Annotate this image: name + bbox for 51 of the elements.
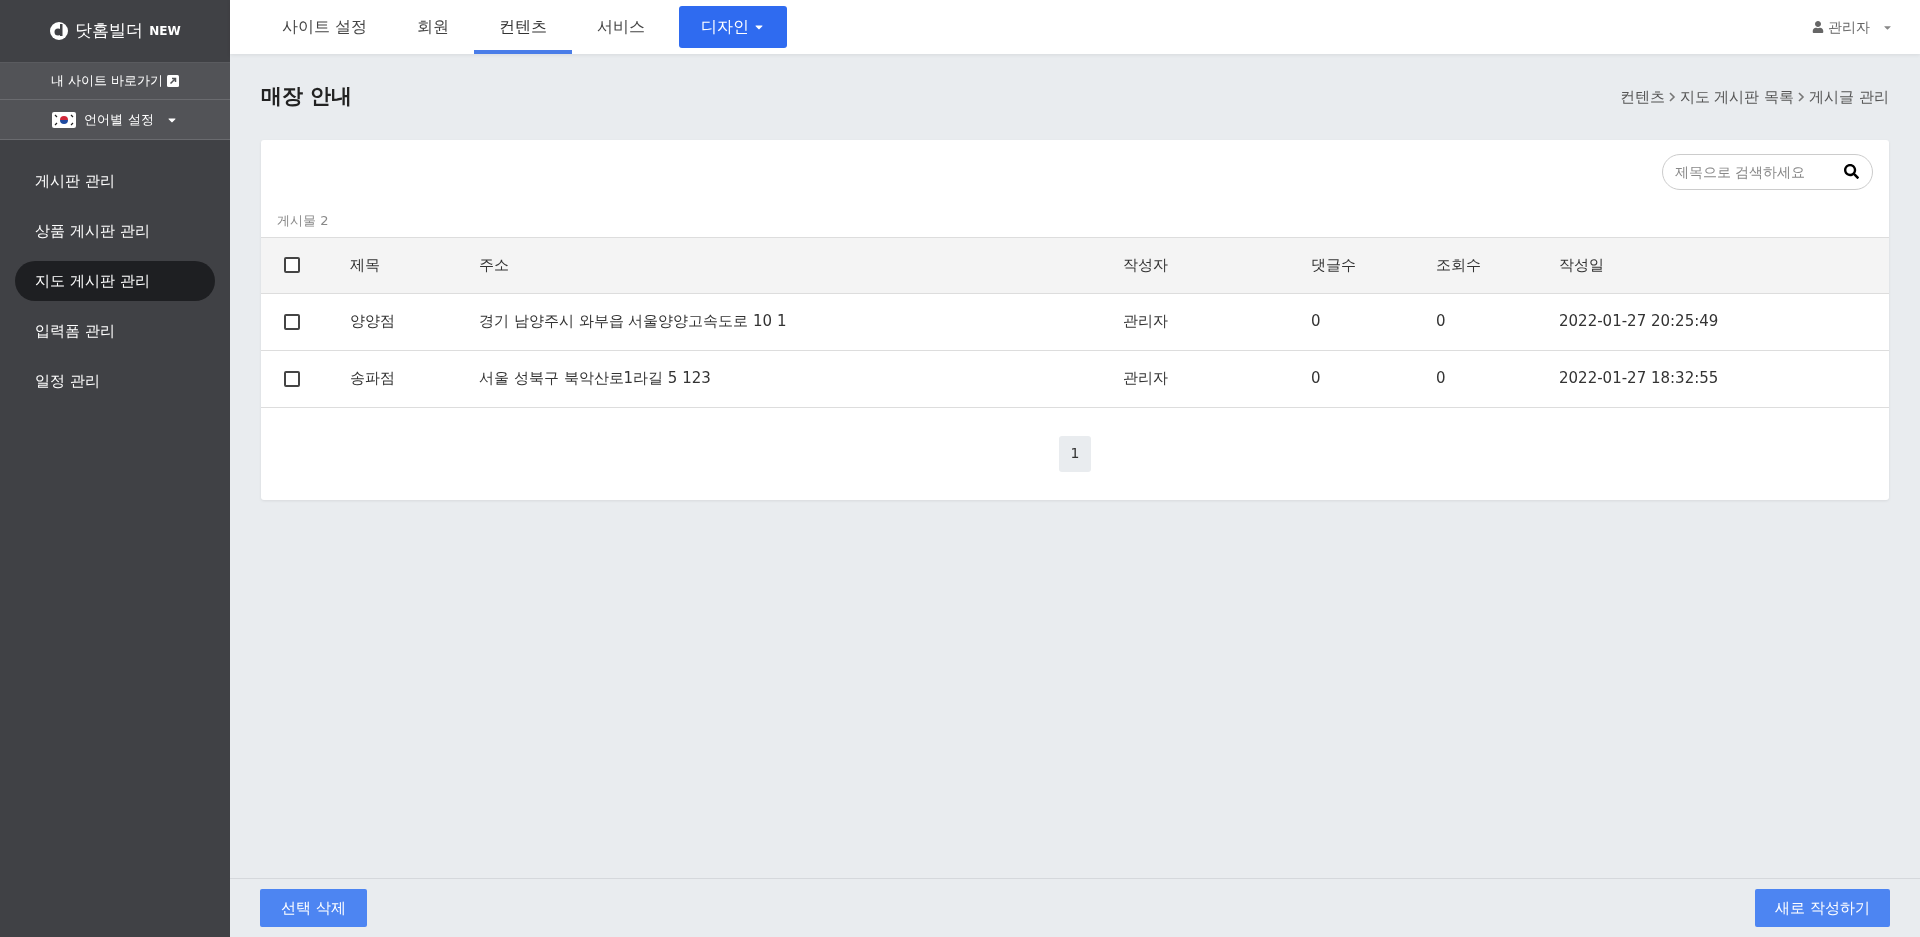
checkbox[interactable] (284, 370, 300, 387)
table-cell-text: 관리자 (1123, 368, 1168, 390)
search-field[interactable]: 제목으로 검색하세요 (1662, 154, 1873, 190)
design-menu-button[interactable]: 디자인 (679, 6, 788, 48)
sidebar-item[interactable]: 지도 게시판 관리 (15, 261, 215, 301)
new-post-button[interactable]: 새로 작성하기 (1755, 889, 1890, 927)
table-cell-text: 0 (1436, 311, 1446, 333)
breadcrumb-item[interactable]: 컨텐츠 (1619, 85, 1665, 109)
table-cell-text: 서울 성북구 북악산로1라길 5 123 (479, 368, 711, 390)
table-cell-text: 경기 남양주시 와부읍 서울양양고속도로 10 1 (479, 311, 787, 333)
column-header: 작성자 (1123, 254, 1168, 276)
column-header: 조회수 (1436, 254, 1481, 276)
nav-tab[interactable]: 사이트 설정 (257, 0, 393, 54)
nav-tab[interactable]: 컨텐츠 (474, 0, 573, 54)
logo-text: 닷홈빌더 (75, 19, 144, 43)
new-label: NEW (149, 23, 181, 40)
table-cell-text: 송파점 (350, 368, 395, 390)
language-dropdown[interactable]: 언어별 설정 (0, 100, 230, 140)
sidebar-item[interactable]: 입력폼 관리 (15, 311, 215, 351)
table-cell-text: 2022-01-27 20:25:49 (1559, 311, 1719, 333)
logo-icon (49, 21, 70, 41)
page-button[interactable]: 1 (1059, 435, 1091, 472)
breadcrumb-item[interactable]: 게시글 관리 (1809, 85, 1889, 109)
page-title: 매장 안내 (261, 83, 353, 111)
table-cell-text: 관리자 (1123, 311, 1168, 333)
checkbox[interactable] (284, 257, 300, 273)
nav-tab[interactable]: 서비스 (572, 0, 671, 54)
post-count: 게시물 2 (276, 212, 329, 230)
korean-flag-icon (52, 111, 77, 128)
table-cell-text: 양양점 (350, 311, 395, 333)
sidebar-item[interactable]: 게시판 관리 (15, 161, 215, 201)
nav-tab[interactable]: 회원 (392, 0, 475, 54)
user-menu[interactable]: 관리자 (1828, 16, 1870, 38)
column-header: 주소 (479, 254, 509, 276)
breadcrumb-item[interactable]: 지도 게시판 목록 (1679, 85, 1795, 109)
sidebar-item[interactable]: 상품 게시판 관리 (15, 211, 215, 251)
external-link-icon (167, 75, 180, 87)
checkbox[interactable] (284, 313, 300, 330)
table-cell-text: 0 (1311, 311, 1321, 333)
chevron-right-icon (1798, 92, 1806, 102)
table-cell-text: 0 (1436, 368, 1446, 390)
chevron-right-icon (1668, 92, 1676, 102)
table-cell-text: 0 (1311, 368, 1321, 390)
column-header: 댓글수 (1311, 254, 1356, 276)
delete-selected-button[interactable]: 선택 삭제 (260, 889, 367, 927)
table-cell-text: 2022-01-27 18:32:55 (1559, 368, 1719, 390)
column-header: 작성일 (1559, 254, 1604, 276)
user-icon (1812, 21, 1824, 33)
search-icon[interactable] (1844, 164, 1859, 179)
column-header: 제목 (350, 254, 380, 276)
sidebar-item[interactable]: 일정 관리 (15, 361, 215, 401)
